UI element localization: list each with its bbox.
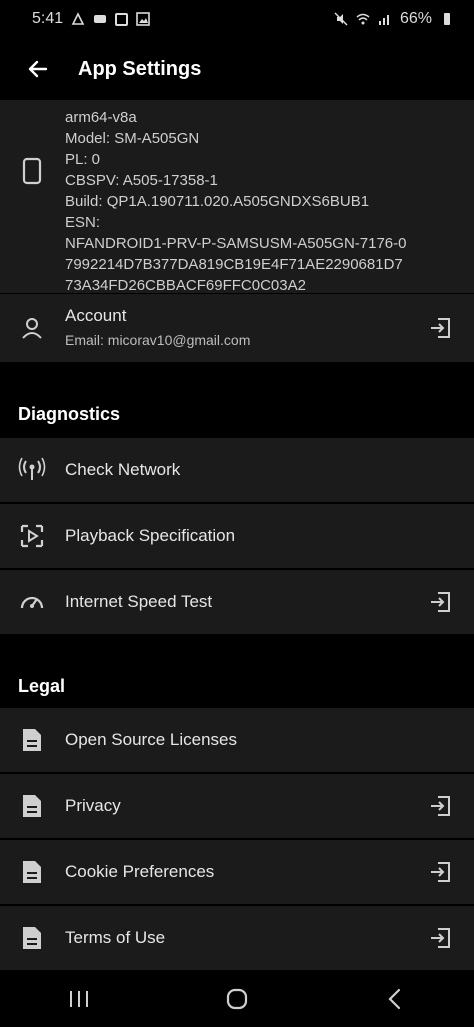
mute-icon xyxy=(334,12,348,26)
phone-icon xyxy=(22,157,42,185)
speedometer-icon xyxy=(20,596,44,609)
account-label: Account xyxy=(65,306,127,325)
terms-of-use-label: Terms of Use xyxy=(65,928,166,947)
cookie-preferences-label: Cookie Preferences xyxy=(65,862,215,881)
system-back-button[interactable] xyxy=(365,979,425,1019)
open-source-licenses-row[interactable]: Open Source Licenses xyxy=(0,708,474,772)
page-title: App Settings xyxy=(78,57,202,80)
status-bar: 5:41 66% xyxy=(0,0,474,38)
exit-icon[interactable] xyxy=(428,590,452,614)
home-button[interactable] xyxy=(207,979,267,1019)
terms-of-use-row[interactable]: Terms of Use xyxy=(0,906,474,970)
privacy-label: Privacy xyxy=(65,796,121,815)
device-info-line: PL: 0 xyxy=(65,151,101,168)
device-info-line: Model: SM-A505GN xyxy=(65,130,200,147)
legal-title: Legal xyxy=(18,676,66,696)
device-info-line: 7992214D7B377DA819CB19E4F71AE2290681D7 xyxy=(65,256,403,273)
exit-icon[interactable] xyxy=(428,860,452,884)
device-info-line: ESN: xyxy=(65,214,101,231)
back-button[interactable] xyxy=(18,49,58,89)
device-info-line: Build: QP1A.190711.020.A505GNDXS6BUB1 xyxy=(65,193,370,210)
battery-level: 66% xyxy=(399,10,432,27)
document-icon xyxy=(23,729,41,751)
system-nav-bar xyxy=(0,970,474,1027)
device-info-line-cut xyxy=(65,100,465,107)
playback-specification-label: Playback Specification xyxy=(65,526,236,545)
cookie-preferences-row[interactable]: Cookie Preferences xyxy=(0,840,474,904)
device-info-line: 73A34FD26CBBACF69FFC0C03A2 xyxy=(65,277,306,294)
device-info-line: CBSPV: A505-17358-1 xyxy=(65,172,218,189)
arrow-left-icon xyxy=(28,60,48,78)
check-network-label: Check Network xyxy=(65,460,181,479)
check-network-row[interactable]: Check Network xyxy=(0,438,474,502)
exit-icon[interactable] xyxy=(428,316,452,340)
video-frame-icon xyxy=(20,524,44,548)
privacy-row[interactable]: Privacy xyxy=(0,774,474,838)
device-info-line: NFANDROID1-PRV-P-SAMSUSM-A505GN-7176-0 xyxy=(65,235,407,252)
person-icon xyxy=(22,318,42,339)
image-icon xyxy=(136,12,150,26)
exit-icon[interactable] xyxy=(428,794,452,818)
device-info-card: arm64-v8a Model: SM-A505GN PL: 0 CBSPV: … xyxy=(0,100,474,296)
clock: 5:41 xyxy=(32,10,64,27)
battery-icon xyxy=(444,13,450,25)
document-icon xyxy=(23,861,41,883)
recents-button[interactable] xyxy=(49,979,109,1019)
app-bar: App Settings xyxy=(0,38,474,100)
exit-icon[interactable] xyxy=(428,926,452,950)
diagnostics-title: Diagnostics xyxy=(18,404,121,424)
account-email: Email: micorav10@gmail.com xyxy=(65,332,251,348)
internet-speed-test-row[interactable]: Internet Speed Test xyxy=(0,570,474,634)
antenna-icon xyxy=(18,457,46,480)
chevron-left-icon xyxy=(388,988,401,1009)
account-row[interactable]: Account Email: micorav10@gmail.com xyxy=(0,294,474,362)
wifi-icon xyxy=(356,13,370,25)
open-source-licenses-label: Open Source Licenses xyxy=(65,730,237,749)
settings-list[interactable]: arm64-v8a Model: SM-A505GN PL: 0 CBSPV: … xyxy=(0,100,474,970)
document-icon xyxy=(23,927,41,949)
app-notification-icon xyxy=(115,12,129,26)
document-icon xyxy=(23,795,41,817)
internet-speed-test-label: Internet Speed Test xyxy=(65,592,213,611)
notification-icon xyxy=(71,12,85,25)
device-info: arm64-v8a Model: SM-A505GN PL: 0 CBSPV: … xyxy=(65,100,465,296)
badge-icon xyxy=(94,15,107,23)
device-info-line: arm64-v8a xyxy=(65,109,137,126)
playback-specification-row[interactable]: Playback Specification xyxy=(0,504,474,568)
signal-icon xyxy=(378,15,389,25)
home-icon xyxy=(226,988,248,1009)
recents-icon xyxy=(70,990,88,1007)
